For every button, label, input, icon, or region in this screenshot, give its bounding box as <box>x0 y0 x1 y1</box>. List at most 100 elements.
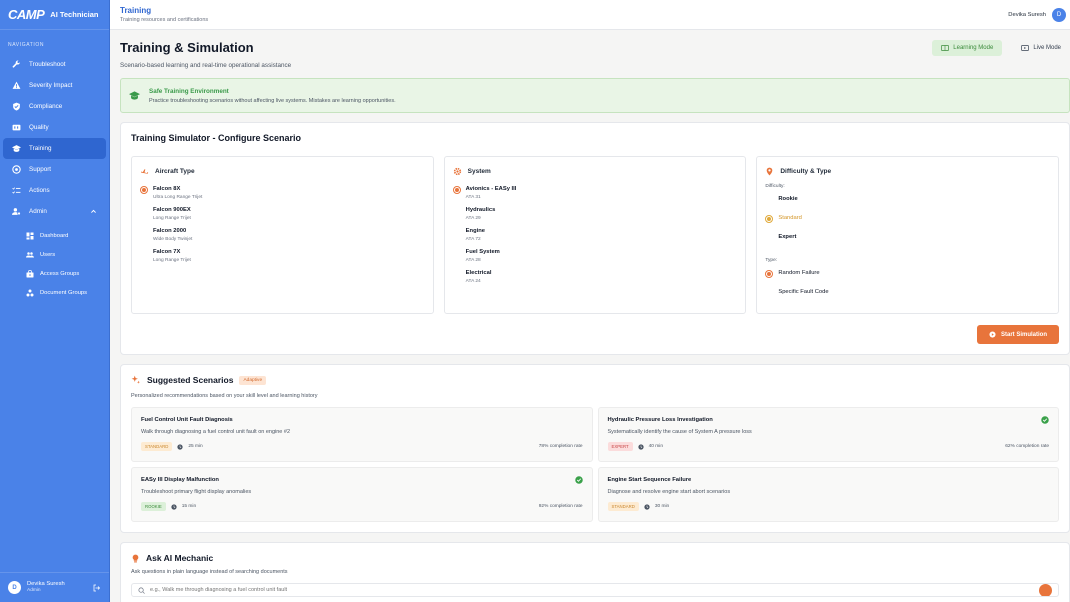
chevron-up-icon[interactable] <box>90 208 97 215</box>
sidebar-subitem-dashboard[interactable]: Dashboard <box>0 226 109 245</box>
start-simulation-label: Start Simulation <box>1000 331 1047 338</box>
type-option-name: Specific Fault Code <box>778 289 829 295</box>
system-options: Avionics - EASy III ATA 31 Hydraulics ATA 2… <box>452 186 738 284</box>
radio-button[interactable] <box>765 234 773 242</box>
map-pin-icon <box>767 167 773 176</box>
aircraft-option[interactable]: Falcon 7X Long Range Trijet <box>140 249 425 263</box>
start-simulation-button[interactable]: Start Simulation <box>976 325 1059 344</box>
dashboard-icon <box>26 232 34 239</box>
sidebar-item-support[interactable]: Support <box>3 159 106 180</box>
logout-icon[interactable] <box>93 584 101 592</box>
topbar-user[interactable]: Devika Suresh D <box>1008 7 1066 22</box>
checklist-icon <box>12 187 21 194</box>
suggested-header: Suggested Scenarios Adaptive <box>131 375 1059 385</box>
aircraft-option-text: Falcon 900EX Long Range Trijet <box>153 207 191 221</box>
system-option[interactable]: Hydraulics ATA 29 <box>453 207 738 221</box>
system-option-name: Fuel System <box>465 249 500 255</box>
radio-button[interactable] <box>140 186 148 194</box>
topbar-title: Training <box>120 6 152 15</box>
avatar[interactable]: D <box>8 581 21 594</box>
scenario-card[interactable]: Hydraulic Pressure Loss Investigation Sys… <box>597 407 1059 462</box>
radio-button[interactable] <box>453 249 461 257</box>
sidebar-item-label: Actions <box>29 187 50 194</box>
radio-button[interactable] <box>453 207 461 215</box>
sidebar-subitem-document-groups[interactable]: Document Groups <box>0 283 109 302</box>
sidebar-item-admin[interactable]: Admin <box>3 201 106 222</box>
shield-check-icon <box>13 102 20 111</box>
sidebar-item-training[interactable]: Training <box>3 138 106 159</box>
ask-ai-title: Ask AI Mechanic <box>146 553 214 563</box>
radio-button[interactable] <box>453 228 461 236</box>
difficulty-option[interactable]: Expert <box>765 234 1050 242</box>
difficulty-option-name: Rookie <box>778 196 798 202</box>
brand[interactable]: CAMP AI Technician <box>0 0 109 30</box>
lightbulb-icon <box>132 554 139 562</box>
system-option[interactable]: Fuel System ATA 28 <box>453 249 738 263</box>
radio-button[interactable] <box>765 215 774 223</box>
sidebar-user-info: Devika Suresh Admin <box>27 581 65 595</box>
type-option-name: Random Failure <box>778 270 820 276</box>
send-button[interactable] <box>1039 584 1052 596</box>
radio-button[interactable] <box>140 207 148 215</box>
live-mode-button[interactable]: Live Mode <box>1012 40 1070 56</box>
difficulty-option[interactable]: Rookie <box>765 196 1050 204</box>
difficulty-badge: STANDARD <box>607 502 639 511</box>
page-subtitle: Scenario-based learning and real-time op… <box>120 62 292 69</box>
video-icon <box>1021 45 1030 51</box>
radio-button[interactable] <box>452 186 461 194</box>
scenario-card[interactable]: Fuel Control Unit Fault Diagnosis Walk th… <box>131 407 593 462</box>
system-option[interactable]: Engine ATA 72 <box>453 228 738 242</box>
system-label: System <box>467 168 491 175</box>
ask-ai-card: Ask AI Mechanic Ask questions in plain l… <box>120 542 1070 602</box>
quality-icon <box>12 124 21 131</box>
system-option-name: Electrical <box>465 270 492 276</box>
sidebar-item-actions[interactable]: Actions <box>3 180 106 201</box>
scenario-card[interactable]: EASy III Display Malfunction Troubleshoot… <box>131 467 593 522</box>
radio-button[interactable] <box>765 289 773 297</box>
sidebar-item-severity-impact[interactable]: Severity Impact <box>3 75 106 96</box>
book-icon <box>941 45 950 51</box>
simulator-title: Training Simulator - Configure Scenario <box>131 133 302 143</box>
system-option-text: Hydraulics ATA 29 <box>466 207 496 221</box>
sidebar-subitem-label: Document Groups <box>40 289 88 296</box>
type-option[interactable]: Specific Fault Code <box>765 289 1050 297</box>
sidebar-item-compliance[interactable]: Compliance <box>3 96 106 117</box>
sidebar-subitem-users[interactable]: Users <box>0 245 109 264</box>
radio-button[interactable] <box>453 270 461 278</box>
aircraft-option[interactable]: Falcon 8X Ultra Long Range Trijet <box>140 186 425 200</box>
scenario-description: Troubleshoot primary flight display anom… <box>141 489 252 495</box>
system-option[interactable]: Avionics - EASy III ATA 31 <box>452 186 738 200</box>
type-options: Random Failure Specific Fault Code <box>765 270 1050 297</box>
type-option[interactable]: Random Failure <box>765 270 1050 278</box>
graduation-cap-icon <box>12 145 21 152</box>
suggested-subtitle: Personalized recommendations based on yo… <box>131 393 318 399</box>
aircraft-option-name: Falcon 900EX <box>153 207 191 213</box>
scenario-meta: STANDARD 25 min 78% completion rate <box>141 442 583 451</box>
clock-icon <box>177 443 183 450</box>
radio-button[interactable] <box>140 228 148 236</box>
topbar: Training Training resources and certific… <box>110 0 1070 30</box>
radio-button[interactable] <box>765 196 773 204</box>
sidebar-subitem-access-groups[interactable]: Access Groups <box>0 264 109 283</box>
content: Training & Simulation Scenario-based lea… <box>110 30 1070 602</box>
scenario-card[interactable]: Engine Start Sequence Failure Diagnose an… <box>597 467 1059 522</box>
aircraft-option[interactable]: Falcon 900EX Long Range Trijet <box>140 207 425 221</box>
aircraft-option-desc: Long Range Trijet <box>153 258 191 263</box>
sidebar-item-label: Compliance <box>29 103 63 110</box>
difficulty-option[interactable]: Standard <box>765 215 1050 223</box>
system-option[interactable]: Electrical ATA 24 <box>453 270 738 284</box>
topbar-avatar[interactable]: D <box>1052 7 1066 22</box>
learning-mode-button[interactable]: Learning Mode <box>932 40 1003 56</box>
radio-button[interactable] <box>765 270 774 278</box>
aircraft-option[interactable]: Falcon 2000 Wide Body Twinjet <box>140 228 425 242</box>
sidebar-item-troubleshoot[interactable]: Troubleshoot <box>3 54 106 75</box>
check-circle-icon <box>574 476 583 484</box>
scenario-title: Engine Start Sequence Failure <box>607 477 692 483</box>
aircraft-type-label: Aircraft Type <box>155 168 195 175</box>
sidebar-user-name: Devika Suresh <box>27 580 65 587</box>
ask-ai-input[interactable] <box>150 587 1034 593</box>
sidebar-item-quality[interactable]: Quality <box>3 117 106 138</box>
difficulty-option-name: Standard <box>778 215 802 221</box>
radio-button[interactable] <box>140 249 148 257</box>
scenario-duration: 15 min <box>181 504 197 509</box>
